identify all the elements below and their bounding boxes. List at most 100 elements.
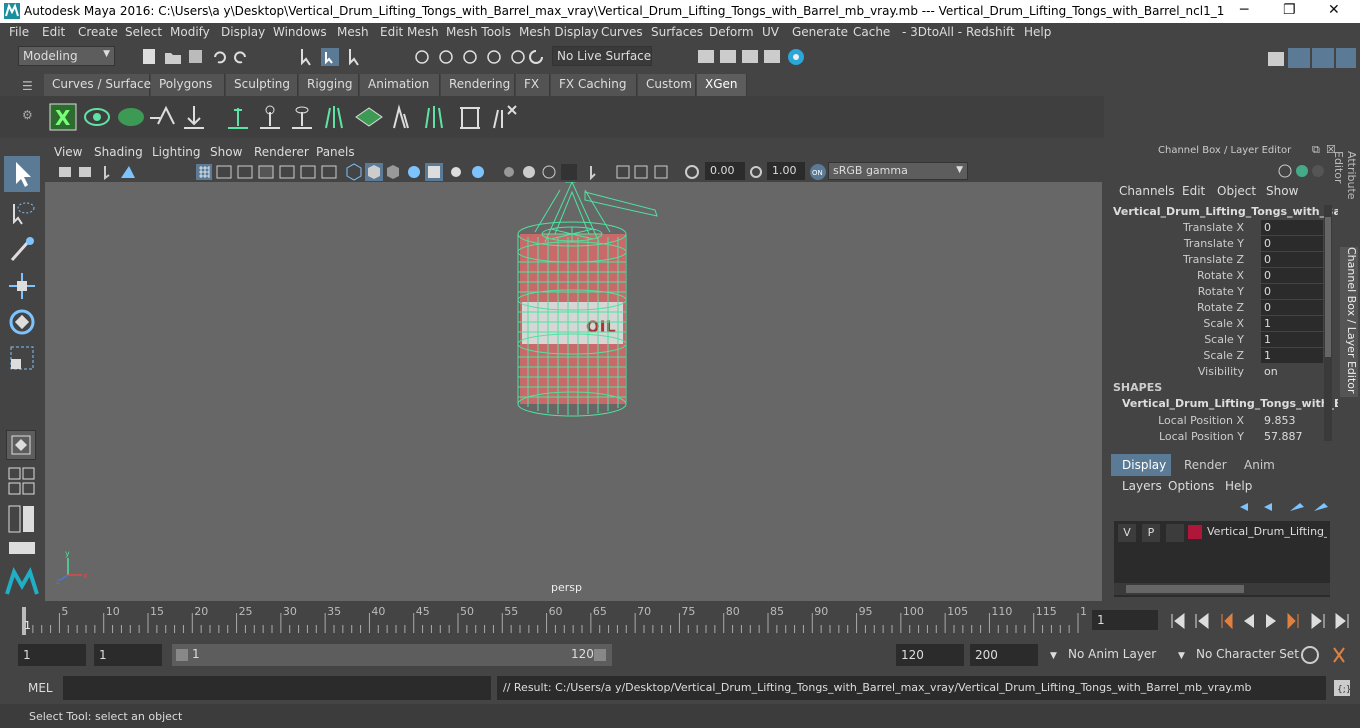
attr-value[interactable]: 0 [1261, 220, 1323, 235]
menu-cache[interactable]: Cache [853, 25, 890, 39]
attr-row-translate-y[interactable]: Translate Y 0 [1108, 236, 1328, 252]
command-language-label[interactable]: MEL [28, 681, 53, 695]
shelf-tab-fx[interactable]: FX [516, 74, 550, 96]
menu-mesh-tools[interactable]: Mesh Tools [446, 25, 511, 39]
menu-display[interactable]: Display [221, 25, 265, 39]
scale-tool-icon[interactable] [6, 342, 38, 374]
anim-layer-dropdown[interactable]: ▼ No Anim Layer [1046, 644, 1162, 666]
attr-row-scale-z[interactable]: Scale Z 1 [1108, 348, 1328, 364]
time-slider[interactable]: 5 10 15 20 25 30 35 40 45 50 55 60 65 70 75 80 85 90 95 100… [0, 601, 1360, 637]
attr-value[interactable]: 57.887 [1261, 429, 1323, 444]
color-management-icon[interactable]: ON [808, 162, 828, 182]
object-name[interactable]: Vertical_Drum_Lifting_Tongs_with_Bar... [1113, 205, 1357, 218]
range-slider[interactable]: 1 120 [172, 644, 612, 666]
select-tool-button[interactable] [4, 156, 40, 192]
attr-value[interactable]: 1 [1261, 332, 1323, 347]
attr-row-scale-y[interactable]: Scale Y 1 [1108, 332, 1328, 348]
end-time-field[interactable]: 200 [970, 644, 1038, 666]
range-slider-start-handle[interactable] [176, 649, 188, 661]
start-time-field[interactable]: 1 [18, 644, 86, 666]
menu-deform[interactable]: Deform [709, 25, 754, 39]
shelf-tab-polygons[interactable]: Polygons [151, 74, 225, 96]
3d-viewport[interactable]: OIL y x z persp [45, 177, 1102, 601]
menu-windows[interactable]: Windows [273, 25, 327, 39]
menu-file[interactable]: File [9, 25, 29, 39]
timeline-ruler[interactable]: 5 10 15 20 25 30 35 40 45 50 55 60 65 70 75 80 85 90 95 100… [18, 603, 1086, 637]
vp-menu-panels[interactable]: Panels [316, 145, 355, 159]
playback-controls[interactable] [1166, 610, 1356, 632]
file-tools-icons[interactable] [140, 47, 260, 67]
attr-row-rotate-z[interactable]: Rotate Z 0 [1108, 300, 1328, 316]
current-frame-field[interactable]: 1 [1092, 610, 1158, 630]
menu-surfaces[interactable]: Surfaces [651, 25, 703, 39]
selection-mask-icons[interactable] [298, 47, 368, 67]
attr-value[interactable]: 1 [1261, 348, 1323, 363]
vp-menu-renderer[interactable]: Renderer [254, 145, 309, 159]
attr-value[interactable]: 0 [1261, 268, 1323, 283]
attr-row-local-position-y[interactable]: Local Position Y 57.887 [1108, 429, 1328, 445]
menu-edit-mesh[interactable]: Edit Mesh [380, 25, 439, 39]
channel-box-display-icons[interactable] [1278, 163, 1328, 179]
cb-menu-show[interactable]: Show [1266, 184, 1298, 198]
snap-icons[interactable] [412, 47, 547, 67]
cb-menu-object[interactable]: Object [1217, 184, 1256, 198]
live-surface-field[interactable]: No Live Surface [552, 46, 652, 66]
script-editor-icon[interactable]: {;} [1332, 678, 1352, 698]
attr-row-rotate-x[interactable]: Rotate X 0 [1108, 268, 1328, 284]
playback-end-field[interactable]: 120 [896, 644, 964, 666]
menu-generate[interactable]: Generate [792, 25, 848, 39]
command-input[interactable] [63, 676, 491, 700]
close-button[interactable]: ✕ [1328, 2, 1340, 18]
attr-value[interactable]: 0 [1261, 300, 1323, 315]
vp-menu-shading[interactable]: Shading [94, 145, 143, 159]
menu-redshift[interactable]: Redshift [966, 25, 1015, 39]
xgen-shelf-icons[interactable]: X [46, 100, 526, 134]
attr-row-translate-x[interactable]: Translate X 0 [1108, 220, 1328, 236]
menu-help[interactable]: Help [1024, 25, 1051, 39]
menu-3dtoall[interactable]: - 3DtoAll - [902, 25, 962, 39]
layer-playback-toggle[interactable]: P [1142, 524, 1160, 542]
menu-edit[interactable]: Edit [42, 25, 65, 39]
layer-tab-render[interactable]: Render [1175, 454, 1231, 476]
side-tab-attribute-editor[interactable]: Attribute Editor [1332, 151, 1358, 233]
single-pane-layout-button[interactable] [6, 430, 36, 460]
rotate-tool-icon[interactable] [6, 306, 38, 338]
menu-create[interactable]: Create [78, 25, 118, 39]
menu-uv[interactable]: UV [762, 25, 779, 39]
vp-menu-view[interactable]: View [54, 145, 82, 159]
shelf-tab-xgen[interactable]: XGen [697, 74, 747, 96]
four-pane-layout-icon[interactable] [8, 466, 38, 496]
attr-value[interactable]: 1 [1261, 316, 1323, 331]
attr-value[interactable]: on [1261, 364, 1323, 379]
menu-mesh-display[interactable]: Mesh Display [519, 25, 599, 39]
side-by-side-layout-icon[interactable] [8, 504, 38, 534]
minimize-button[interactable]: ─ [1240, 2, 1248, 18]
range-prefs-icons[interactable] [1300, 644, 1356, 666]
channel-box-scrollbar[interactable] [1324, 205, 1332, 441]
attr-value[interactable]: 0 [1261, 236, 1323, 251]
attr-row-rotate-y[interactable]: Rotate Y 0 [1108, 284, 1328, 300]
layer-list-hscrollbar[interactable] [1114, 583, 1330, 595]
menu-modify[interactable]: Modify [170, 25, 210, 39]
attr-value[interactable]: 0 [1261, 252, 1323, 267]
outliner-layout-icon[interactable] [8, 540, 38, 560]
gamma-field[interactable]: 1.00 [767, 162, 805, 180]
exposure-field[interactable]: 0.00 [705, 162, 745, 180]
playback-start-field[interactable]: 1 [94, 644, 162, 666]
shelf-tab-animation[interactable]: Animation [360, 74, 440, 96]
layer-display-type-toggle[interactable] [1166, 524, 1184, 542]
render-icons[interactable] [696, 46, 811, 68]
shelf-gear-icon[interactable]: ⚙ [22, 108, 33, 122]
shelf-tab-curves-surfaces[interactable]: Curves / Surfaces [44, 74, 157, 96]
layer-menu-layers[interactable]: Layers [1122, 479, 1162, 493]
lasso-tool-icon[interactable] [6, 198, 38, 230]
scene-view[interactable]: OIL y x z [45, 177, 1102, 601]
vp-menu-show[interactable]: Show [210, 145, 242, 159]
paint-select-tool-icon[interactable] [6, 234, 38, 266]
attr-value[interactable]: 9.853 [1261, 413, 1323, 428]
shelf-tab-rigging[interactable]: Rigging [299, 74, 359, 96]
attr-row-local-position-x[interactable]: Local Position X 9.853 [1108, 413, 1328, 429]
attr-row-translate-z[interactable]: Translate Z 0 [1108, 252, 1328, 268]
layer-name[interactable]: Vertical_Drum_Lifting_To [1207, 525, 1327, 538]
maya-home-icon[interactable] [4, 566, 40, 598]
